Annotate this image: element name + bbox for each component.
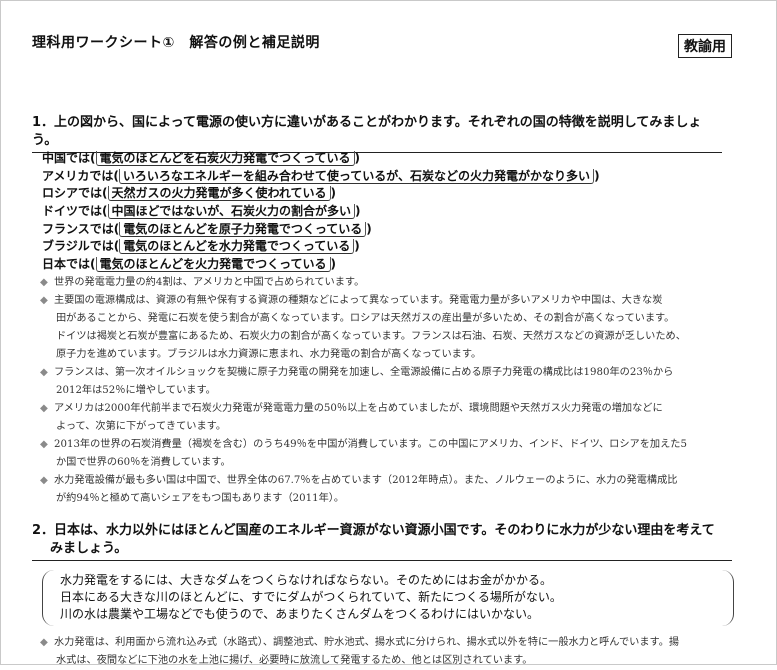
answer-row: ドイツでは(中国ほどではないが、石炭火力の割合が多い) [42,204,361,220]
diamond-bullet-icon: ◆ [40,277,48,288]
country-label: 日本では [42,257,91,272]
diamond-bullet-icon: ◆ [40,637,48,648]
note-line: ◆ 世界の発電電力量の約4割は、アメリカと中国で占められています。 [40,274,730,292]
note-line: ◆ アメリカは2000年代前半まで石炭火力発電が発電電力量の50％以上を占めていま… [40,400,730,418]
note-line: が約94％と極めて高いシェアをもつ国もあります（2011年）。 [56,493,345,504]
diamond-bullet-icon: ◆ [40,295,48,306]
country-label: ドイツでは [42,204,103,219]
page-title: 理科用ワークシート① 解答の例と補足説明 [32,35,320,51]
answer-row: 日本では(電気のほとんどを火力発電でつくっている) [42,257,337,273]
note-line: ◆ フランスは、第一次オイルショックを契機に原子力発電の開発を加速し、全電源設備に… [40,364,730,382]
answer-2-line: 川の水は農業や工場などでも使うので、あまりたくさんダムをつくるわけにはいかない。 [60,607,540,621]
country-label: ブラジルでは [42,239,114,254]
answer-text: 中国ほどではないが、石炭火力の割合が多い [107,204,356,220]
note-line: ◆ 水力発電は、利用面から流れ込み式（水路式）、調整池式、貯水池式、揚水式に分けら… [40,634,740,652]
teacher-badge: 教諭用 [678,34,732,58]
supplement-notes-1: ◆ 世界の発電電力量の約4割は、アメリカと中国で占められています。 ◆ 主要国の電源… [40,274,730,508]
answer-row: ロシアでは(天然ガスの火力発電が多く使われている) [42,186,337,202]
note-line: ドイツは褐炭と石炭が豊富にあるため、石炭火力の割合が高くなっています。フランスは… [56,331,686,342]
answer-row: フランスでは(電気のほとんどを原子力発電でつくっている) [42,221,372,237]
country-label: ロシアでは [42,186,103,201]
note-line: よって、次第に下がってきています。 [56,421,227,432]
answer-row: アメリカでは(いろいろなエネルギーを組み合わせて使っているが、石炭などの火力発電… [42,168,600,184]
country-label: フランスでは [42,221,114,236]
answer-2-list: 水力発電をするには、大きなダムをつくらなければならない。そのためにはお金がかかる… [60,572,562,623]
answer-2-line: 水力発電をするには、大きなダムをつくらなければならない。そのためにはお金がかかる… [60,573,553,587]
answer-row: 中国では(電気のほとんどを石炭火力発電でつくっている) [42,151,361,166]
answer-text: 電気のほとんどを火力発電でつくっている [95,257,331,273]
question-1: 1．上の図から、国によって電源の使い方に違いがあることがわかります。それぞれの国… [32,114,722,153]
note-line: 2012年は52％に増やしています。 [56,385,216,396]
answer-text: 天然ガスの火力発電が多く使われている [107,186,331,202]
diamond-bullet-icon: ◆ [40,403,48,414]
answer-row: ブラジルでは(電気のほとんどを水力発電でつくっている) [42,239,360,255]
question-2: 2．日本は、水力以外にはほとんど国産のエネルギー資源がない資源小国です。そのわり… [32,522,732,561]
diamond-bullet-icon: ◆ [40,475,48,486]
answer-text: 電気のほとんどを石炭火力発電でつくっている [95,151,355,166]
country-label: 中国では [42,151,91,165]
answer-text: 電気のほとんどを原子力発電でつくっている [119,221,367,237]
note-line: 水式は、夜間などに下池の水を上池に揚げ、必要時に放流して発電するため、他とは区別… [56,655,533,666]
diamond-bullet-icon: ◆ [40,439,48,450]
note-line: ◆ 水力発電設備が最も多い国は中国で、世界全体の67.7％を占めています（2012… [40,472,730,490]
answer-text: 電気のほとんどを水力発電でつくっている [119,239,355,255]
diamond-bullet-icon: ◆ [40,367,48,378]
note-line: か国で世界の60％を消費しています。 [56,457,231,468]
question-2-line-2: みましょう。 [50,541,128,556]
note-line: 原子力を進めています。ブラジルは水力資源に恵まれ、水力発電の割合が高くなっていま… [56,349,482,360]
country-label: アメリカでは [42,168,114,183]
answer-2-line: 日本にある大きな川のほとんどに、すでにダムがつくられていて、新たにつくる場所がな… [60,590,562,604]
question-2-line-1: 2．日本は、水力以外にはほとんど国産のエネルギー資源がない資源小国です。そのわり… [32,523,715,538]
answer-text: いろいろなエネルギーを組み合わせて使っているが、石炭などの火力発電がかなり多い [118,168,595,184]
note-line: ◆ 2013年の世界の石炭消費量（褐炭を含む）のうち49％を中国が消費しています。… [40,436,730,454]
note-line: ◆ 主要国の電源構成は、資源の有無や保有する資源の種類などによって異なっています。… [40,292,730,310]
answer-list: 中国では(電気のほとんどを石炭火力発電でつくっている) アメリカでは(いろいろな… [42,150,600,274]
note-line: 田があることから、発電に石炭を使う割合が高くなっています。ロシアは天然ガスの産出… [56,313,675,324]
